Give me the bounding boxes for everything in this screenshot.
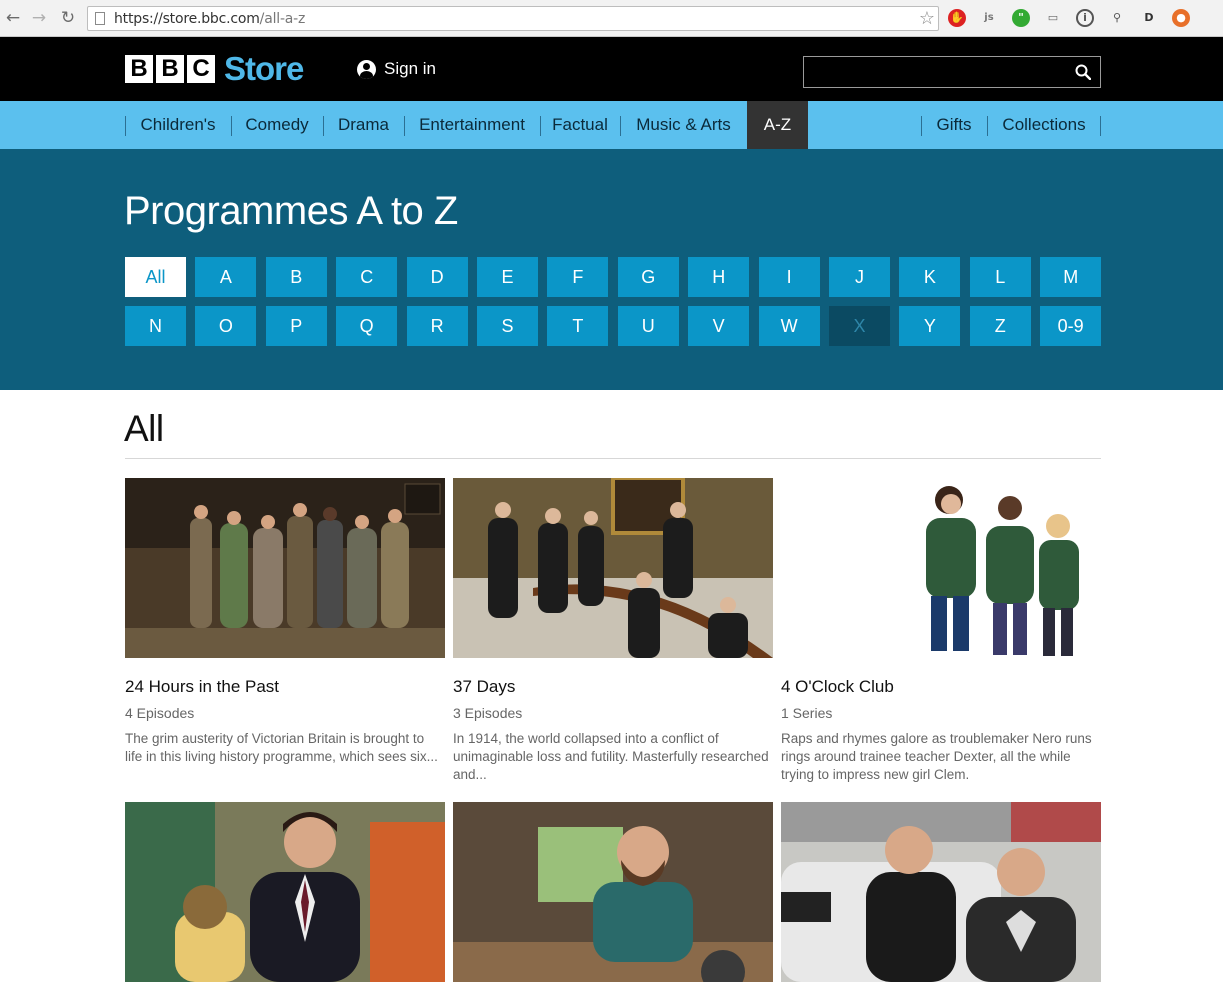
user-icon: [357, 59, 376, 79]
az-letter-x[interactable]: X: [829, 306, 890, 346]
logo-store-text: Store: [224, 50, 304, 87]
page-icon: [95, 12, 105, 25]
az-letter-k[interactable]: K: [899, 257, 961, 297]
az-letter-0-9[interactable]: 0-9: [1040, 306, 1102, 346]
programme-title[interactable]: 24 Hours in the Past: [125, 677, 445, 697]
programme-card[interactable]: [781, 802, 1101, 987]
logo-letter: B: [156, 55, 184, 83]
programme-thumbnail[interactable]: [125, 478, 445, 658]
nav-divider: [1100, 116, 1101, 136]
cast-icon[interactable]: ▭: [1044, 9, 1062, 27]
reload-icon[interactable]: ↻: [58, 8, 78, 28]
nav-comedy[interactable]: Comedy: [231, 101, 323, 149]
programme-title[interactable]: 4 O'Clock Club: [781, 677, 1101, 697]
duckduckgo-extension-icon[interactable]: ●: [1172, 9, 1190, 27]
programme-card[interactable]: 4 O'Clock Club 1 Series Raps and rhymes …: [781, 478, 1101, 784]
back-arrow-icon[interactable]: ←: [3, 8, 23, 28]
az-letter-r[interactable]: R: [406, 306, 468, 346]
az-letter-l[interactable]: L: [969, 257, 1031, 297]
az-letter-f[interactable]: F: [547, 257, 609, 297]
programme-thumbnail[interactable]: [125, 802, 445, 982]
site-header: B B C Store Sign in: [0, 37, 1223, 101]
logo-letter: B: [125, 55, 153, 83]
nav-a-z[interactable]: A-Z: [747, 101, 808, 149]
az-letter-y[interactable]: Y: [899, 306, 961, 346]
bookmark-star-icon[interactable]: ☆: [919, 8, 935, 29]
search-input[interactable]: [804, 57, 1064, 87]
hangouts-extension-icon[interactable]: ": [1012, 9, 1030, 27]
results-heading: All: [124, 408, 164, 449]
programme-description: Raps and rhymes galore as troublemaker N…: [781, 731, 1092, 782]
programme-card[interactable]: 24 Hours in the Past 4 Episodes The grim…: [125, 478, 445, 766]
programme-card[interactable]: 37 Days 3 Episodes In 1914, the world co…: [453, 476, 773, 784]
nav-collections[interactable]: Collections: [987, 101, 1101, 149]
az-letter-u[interactable]: U: [617, 306, 679, 346]
url-text: https://store.bbc.com/all-a-z: [114, 11, 306, 27]
az-letter-e[interactable]: E: [477, 257, 538, 297]
programme-thumbnail[interactable]: [781, 478, 1101, 658]
sign-in-label: Sign in: [384, 59, 436, 78]
category-nav: Children's Comedy Drama Entertainment Fa…: [0, 101, 1223, 149]
nav-gifts[interactable]: Gifts: [921, 101, 987, 149]
nav-drama[interactable]: Drama: [323, 101, 404, 149]
nav-factual[interactable]: Factual: [540, 101, 620, 149]
programme-title[interactable]: 37 Days: [453, 677, 773, 697]
az-letter-m[interactable]: M: [1040, 257, 1102, 297]
az-letter-q[interactable]: Q: [336, 306, 398, 346]
az-letter-g[interactable]: G: [617, 257, 679, 297]
az-panel: Programmes A to Z All A B C D E F G H I J K L M N O P Q R S…: [0, 149, 1223, 390]
programme-description: In 1914, the world collapsed into a conf…: [453, 731, 769, 782]
az-letter-a[interactable]: A: [195, 257, 257, 297]
programme-thumbnail[interactable]: [453, 802, 773, 987]
logo-letter: C: [187, 55, 215, 83]
episode-count: 4 Episodes: [125, 705, 195, 721]
az-letter-all[interactable]: All: [125, 257, 186, 297]
episode-count: 1 Series: [781, 705, 833, 721]
programme-description: The grim austerity of Victorian Britain …: [125, 731, 438, 764]
sign-in-link[interactable]: Sign in: [357, 59, 436, 79]
az-letter-t[interactable]: T: [547, 306, 609, 346]
nav-music-arts[interactable]: Music & Arts: [620, 101, 747, 149]
info-extension-icon[interactable]: i: [1076, 9, 1094, 27]
search-form: [803, 56, 1101, 88]
az-letter-o[interactable]: O: [195, 306, 257, 346]
search-icon[interactable]: [1075, 64, 1091, 80]
az-letter-w[interactable]: W: [758, 306, 820, 346]
az-letter-i[interactable]: I: [758, 257, 820, 297]
browser-toolbar: ← → ↻ https://store.bbc.com/all-a-z ☆ ✋ …: [0, 0, 1223, 37]
page-title: Programmes A to Z: [124, 189, 458, 233]
az-letter-s[interactable]: S: [477, 306, 538, 346]
az-letter-b[interactable]: B: [265, 257, 327, 297]
episode-count: 3 Episodes: [453, 705, 523, 721]
az-letter-p[interactable]: P: [265, 306, 327, 346]
nav-entertainment[interactable]: Entertainment: [404, 101, 540, 149]
programme-thumbnail[interactable]: [453, 476, 773, 658]
address-bar[interactable]: https://store.bbc.com/all-a-z ☆: [87, 6, 939, 31]
divider: [125, 458, 1101, 459]
programme-card[interactable]: [453, 802, 773, 987]
programme-card[interactable]: [125, 802, 445, 987]
zoom-extension-icon[interactable]: ⚲: [1108, 9, 1126, 27]
az-letter-n[interactable]: N: [125, 306, 186, 346]
programme-thumbnail[interactable]: [781, 802, 1101, 982]
nav-childrens[interactable]: Children's: [125, 101, 231, 149]
az-letter-v[interactable]: V: [688, 306, 750, 346]
az-letter-h[interactable]: H: [688, 257, 750, 297]
bbc-store-logo[interactable]: B B C Store: [125, 50, 304, 87]
az-letter-z[interactable]: Z: [969, 306, 1031, 346]
az-letter-j[interactable]: J: [829, 257, 890, 297]
az-letter-c[interactable]: C: [336, 257, 398, 297]
adblock-extension-icon[interactable]: ✋: [948, 9, 966, 27]
az-letter-d[interactable]: D: [406, 257, 468, 297]
js-extension-icon[interactable]: js: [980, 9, 998, 27]
d-extension-icon[interactable]: D: [1140, 9, 1158, 27]
forward-arrow-icon[interactable]: →: [29, 8, 49, 28]
